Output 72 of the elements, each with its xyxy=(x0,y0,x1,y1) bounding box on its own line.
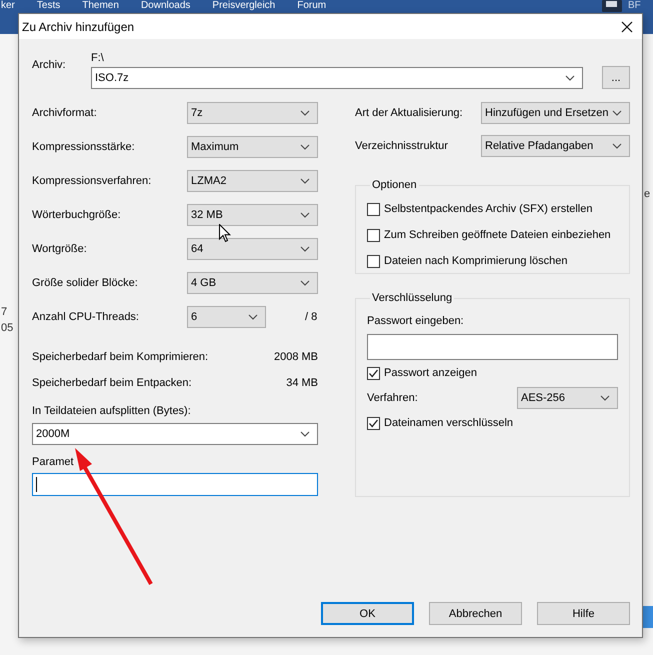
setting-label: Art der Aktualisierung: xyxy=(355,107,464,119)
archive-name-combo[interactable]: ISO.7z xyxy=(91,67,583,89)
memory-value: 34 MB xyxy=(286,376,318,391)
field-label: Verfahren: xyxy=(367,392,418,404)
setting-label: Anzahl CPU-Threads: xyxy=(32,311,140,323)
dropdown[interactable]: 32 MB xyxy=(187,204,318,226)
page-text: 05 xyxy=(1,322,14,334)
page-text: e xyxy=(644,188,650,200)
memory-value: 2008 MB xyxy=(274,350,318,365)
dialog-button[interactable]: OK xyxy=(321,602,414,625)
checkbox-option[interactable]: Dateien nach Komprimierung löschen xyxy=(367,248,629,274)
setting-label: Wortgröße: xyxy=(32,243,88,255)
chevron-down-icon xyxy=(248,314,258,320)
user-label[interactable]: BF xyxy=(628,0,641,12)
dropdown[interactable]: 6 xyxy=(187,306,266,328)
checkbox-option[interactable]: Selbstentpackendes Archiv (SFX) erstellen xyxy=(367,196,629,222)
dropdown[interactable]: Relative Pfadangaben xyxy=(481,135,630,157)
checkbox-option[interactable]: Passwort anzeigen xyxy=(367,360,618,386)
dropdown[interactable]: AES-256 xyxy=(517,387,618,409)
dropdown[interactable]: Maximum xyxy=(187,136,318,158)
setting-label: Kompressionsverfahren: xyxy=(32,175,152,187)
chevron-down-icon xyxy=(600,395,610,401)
chevron-down-icon xyxy=(300,431,310,437)
checkmark-icon xyxy=(368,418,379,428)
field-label: Archiv: xyxy=(32,59,67,71)
chevron-down-icon xyxy=(300,280,310,286)
dropdown[interactable]: Hinzufügen und Ersetzen xyxy=(481,102,630,124)
field-label: Passwort eingeben: xyxy=(367,315,465,327)
checkbox-option[interactable]: Dateinamen verschlüsseln xyxy=(367,410,618,436)
nav-link[interactable]: Themen xyxy=(82,0,119,12)
nav-link[interactable]: Downloads xyxy=(140,0,190,12)
dialog-button[interactable]: Abbrechen xyxy=(429,602,522,625)
dropdown[interactable]: 7z xyxy=(187,102,318,124)
mouse-cursor-icon xyxy=(219,224,231,243)
chevron-down-icon xyxy=(300,246,310,252)
page-text: 7 xyxy=(1,306,8,318)
setting-label: Größe solider Blöcke: xyxy=(32,277,139,289)
setting-label: Wörterbuchgröße: xyxy=(32,209,122,221)
thread-count: / 8 xyxy=(305,311,318,323)
setting-label: Archivformat: xyxy=(32,107,98,119)
group-title: Optionen xyxy=(371,178,418,192)
chevron-down-icon xyxy=(565,75,575,81)
memory-label: Speicherbedarf beim Entpacken: xyxy=(32,376,192,391)
field-label: In Teildateien aufsplitten (Bytes): xyxy=(32,404,192,418)
setting-label: Verzeichnisstruktur xyxy=(355,140,449,152)
dropdown[interactable]: 64 xyxy=(187,238,318,260)
chevron-down-icon xyxy=(612,143,622,149)
dropdown[interactable]: 4 GB xyxy=(187,272,318,294)
window-title: Zu Archiv hinzufügen xyxy=(22,20,134,34)
chevron-down-icon xyxy=(612,110,622,116)
dropdown[interactable]: LZMA2 xyxy=(187,170,318,192)
parameters-input[interactable] xyxy=(32,473,318,496)
browse-button[interactable]: ... xyxy=(602,66,630,89)
setting-label: Kompressionsstärke: xyxy=(32,141,136,153)
nav-link[interactable]: Tests xyxy=(36,0,60,12)
group-title: Verschlüsselung xyxy=(371,291,454,305)
checkbox-option[interactable]: Zum Schreiben geöffnete Dateien einbeziehen xyxy=(367,222,629,248)
checkmark-icon xyxy=(368,368,379,378)
nav-link[interactable]: ker xyxy=(1,0,15,12)
dialog-button[interactable]: Hilfe xyxy=(537,602,630,625)
close-icon[interactable] xyxy=(621,20,633,32)
nav-link[interactable]: Forum xyxy=(297,0,326,12)
chevron-down-icon xyxy=(300,212,310,218)
field-label: Paramet xyxy=(32,455,74,469)
chevron-down-icon xyxy=(300,178,310,184)
password-input[interactable] xyxy=(367,334,618,360)
memory-label: Speicherbedarf beim Komprimieren: xyxy=(32,350,208,365)
chevron-down-icon xyxy=(300,144,310,150)
archive-path: F:\ xyxy=(91,51,105,66)
chevron-down-icon xyxy=(300,110,310,116)
nav-link[interactable]: Preisvergleich xyxy=(212,0,276,12)
split-size-combo[interactable]: 2000M xyxy=(32,423,318,445)
